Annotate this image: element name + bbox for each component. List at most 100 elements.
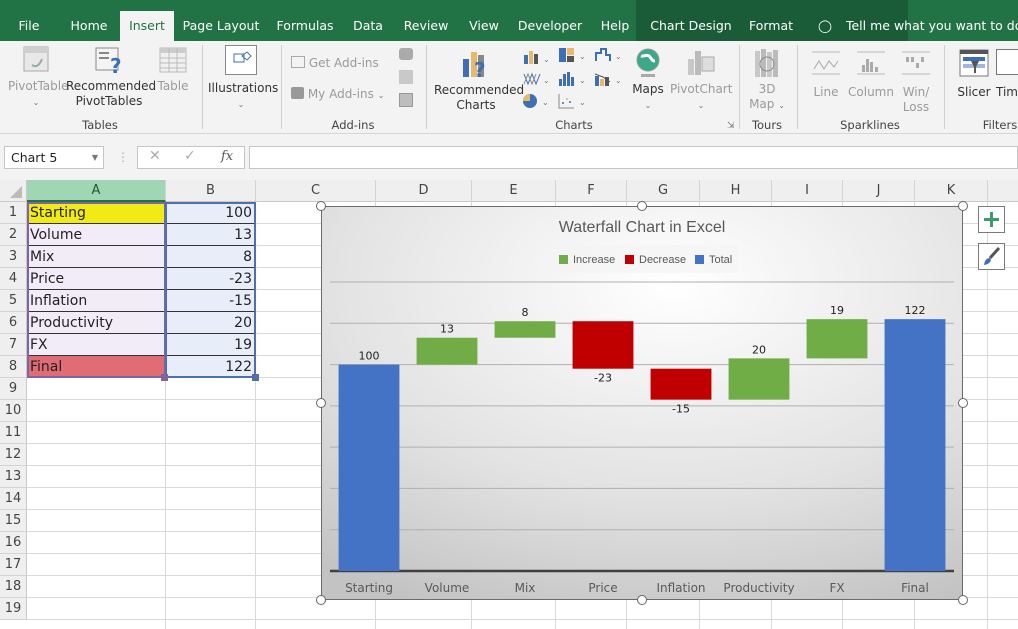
- hierarchy-chart-icon[interactable]: ⌄: [558, 47, 588, 67]
- row-header-17[interactable]: 17: [0, 554, 27, 576]
- scatter-chart-icon[interactable]: ⌄: [558, 93, 588, 113]
- waterfall-chart-icon[interactable]: ⌄: [594, 47, 624, 67]
- cell-a5[interactable]: Inflation: [27, 290, 165, 312]
- maps-button[interactable]: Maps ⌄: [630, 47, 666, 113]
- row-header-19[interactable]: 19: [0, 598, 27, 620]
- row-header-6[interactable]: 6: [0, 312, 27, 334]
- cell-b1[interactable]: 100: [166, 202, 255, 224]
- 3d-map-button[interactable]: 3D Map ⌄: [745, 47, 789, 113]
- formula-input[interactable]: [249, 146, 1018, 169]
- tab-file[interactable]: File: [8, 11, 50, 41]
- people-graph-icon[interactable]: [399, 93, 413, 107]
- bar-fx[interactable]: [806, 319, 868, 359]
- tell-me-search[interactable]: ◯ Tell me what you want to do: [818, 11, 1018, 41]
- winloss-sparkline-button[interactable]: Win/Loss: [898, 49, 934, 115]
- table-button[interactable]: Table: [154, 45, 192, 94]
- tab-home[interactable]: Home: [62, 11, 116, 41]
- row-header-14[interactable]: 14: [0, 488, 27, 510]
- column-chart-icon[interactable]: ⌄: [523, 49, 551, 68]
- row-header-5[interactable]: 5: [0, 290, 27, 312]
- column-header-h[interactable]: H: [700, 180, 772, 202]
- column-header-g[interactable]: G: [627, 180, 700, 202]
- tab-data[interactable]: Data: [346, 11, 390, 41]
- column-sparkline-button[interactable]: Column: [846, 49, 896, 100]
- name-box-dropdown-icon[interactable]: ▼: [92, 147, 98, 168]
- cancel-icon[interactable]: ✕: [149, 148, 161, 164]
- row-header-7[interactable]: 7: [0, 334, 27, 356]
- row-header-15[interactable]: 15: [0, 510, 27, 532]
- pivottable-button[interactable]: PivotTable ⌄: [8, 45, 69, 110]
- tab-format[interactable]: Format: [744, 11, 798, 41]
- row-header-12[interactable]: 12: [0, 444, 27, 466]
- timeline-button[interactable]: Tim: [996, 49, 1018, 100]
- range-resize-handle[interactable]: [161, 374, 168, 381]
- enter-icon[interactable]: ✓: [184, 148, 196, 164]
- cell-b4[interactable]: -23: [166, 268, 255, 290]
- combo-chart-icon[interactable]: ⌄: [594, 71, 624, 91]
- row-header-13[interactable]: 13: [0, 466, 27, 488]
- insert-function-icon[interactable]: fx: [221, 149, 233, 164]
- resize-handle-top-right[interactable]: [958, 201, 968, 211]
- tab-page-layout[interactable]: Page Layout: [180, 11, 262, 41]
- row-header-3[interactable]: 3: [0, 246, 27, 268]
- cell-b8[interactable]: 122: [166, 356, 255, 378]
- column-header-l[interactable]: [988, 180, 1018, 202]
- cell-b6[interactable]: 20: [166, 312, 255, 334]
- resize-handle-left[interactable]: [316, 398, 326, 408]
- range-resize-handle[interactable]: [252, 374, 259, 381]
- row-header-16[interactable]: 16: [0, 532, 27, 554]
- bar-price[interactable]: [572, 321, 634, 369]
- column-header-e[interactable]: E: [472, 180, 556, 202]
- column-header-d[interactable]: D: [376, 180, 472, 202]
- tab-insert[interactable]: Insert: [120, 11, 174, 41]
- bing-maps-icon[interactable]: [399, 70, 413, 84]
- chart-title[interactable]: Waterfall Chart in Excel: [559, 219, 726, 236]
- row-header-8[interactable]: 8: [0, 356, 27, 378]
- resize-handle-right[interactable]: [958, 398, 968, 408]
- column-header-c[interactable]: C: [256, 180, 376, 202]
- tab-help[interactable]: Help: [594, 11, 636, 41]
- bar-productivity[interactable]: [728, 358, 790, 400]
- cell-a6[interactable]: Productivity: [27, 312, 165, 334]
- column-header-k[interactable]: K: [915, 180, 988, 202]
- visio-icon[interactable]: [399, 48, 413, 60]
- get-addins-button[interactable]: Get Add-ins: [291, 56, 379, 71]
- chart-styles-button[interactable]: [978, 243, 1005, 270]
- illustrations-button[interactable]: Illustrations ⌄: [208, 45, 278, 112]
- resize-handle-bottom[interactable]: [637, 595, 647, 605]
- row-header-10[interactable]: 10: [0, 400, 27, 422]
- bar-volume[interactable]: [416, 337, 478, 365]
- cell-b7[interactable]: 19: [166, 334, 255, 356]
- row-header-11[interactable]: 11: [0, 422, 27, 444]
- cell-b5[interactable]: -15: [166, 290, 255, 312]
- statistic-chart-icon[interactable]: ⌄: [558, 71, 588, 91]
- recommended-pivottables-button[interactable]: ? Recommended PivotTables: [66, 45, 156, 109]
- line-sparkline-button[interactable]: Line: [808, 49, 844, 100]
- tab-review[interactable]: Review: [398, 11, 454, 41]
- column-header-b[interactable]: B: [166, 180, 256, 202]
- resize-handle-top-left[interactable]: [316, 201, 326, 211]
- name-box[interactable]: Chart 5 ▼: [4, 146, 104, 169]
- column-header-j[interactable]: J: [843, 180, 915, 202]
- slicer-button[interactable]: Slicer: [956, 49, 992, 100]
- cell-b3[interactable]: 8: [166, 246, 255, 268]
- resize-handle-bottom-right[interactable]: [958, 595, 968, 605]
- row-header-18[interactable]: 18: [0, 576, 27, 598]
- row-header-2[interactable]: 2: [0, 224, 27, 246]
- dialog-launcher-icon[interactable]: ⇲: [727, 121, 735, 131]
- chart-object[interactable]: Waterfall Chart in Excel Increase Decreas…: [321, 206, 963, 600]
- cell-a2[interactable]: Volume: [27, 224, 165, 246]
- tab-formulas[interactable]: Formulas: [272, 11, 338, 41]
- chart-elements-button[interactable]: [978, 206, 1005, 233]
- pie-chart-icon[interactable]: ⌄: [522, 93, 550, 113]
- row-header-1[interactable]: 1: [0, 202, 27, 224]
- recommended-charts-button[interactable]: ? Recommended Charts: [434, 49, 524, 113]
- line-chart-icon[interactable]: ⌄: [523, 71, 551, 91]
- cell-a4[interactable]: Price: [27, 268, 165, 290]
- bar-mix[interactable]: [494, 321, 556, 338]
- bar-starting[interactable]: [338, 364, 400, 571]
- column-header-i[interactable]: I: [772, 180, 843, 202]
- column-header-f[interactable]: F: [556, 180, 627, 202]
- row-header-4[interactable]: 4: [0, 268, 27, 290]
- tab-developer[interactable]: Developer: [516, 11, 584, 41]
